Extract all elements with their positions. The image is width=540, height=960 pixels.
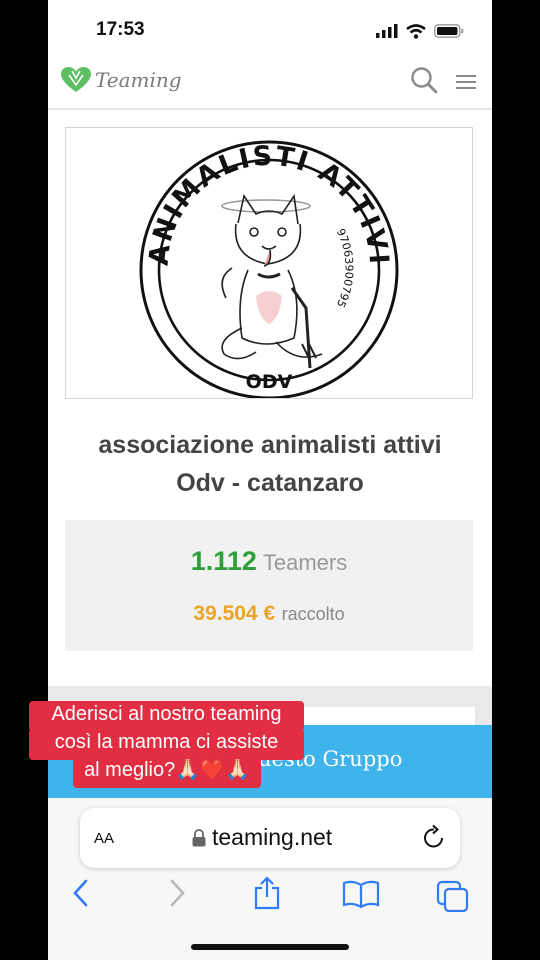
teaming-logo[interactable]: Teaming [60, 66, 182, 94]
url-text: teaming.net [212, 824, 333, 850]
heart-logo-icon [61, 67, 91, 92]
status-bar: 17:53 [48, 0, 492, 60]
bookmarks-icon [342, 880, 380, 909]
site-header: Teaming [48, 60, 492, 110]
status-time: 17:53 [96, 19, 145, 40]
teamers-label: Teamers [262, 550, 348, 575]
stats-box: 1.112 Teamers 39.504 € raccolto [65, 520, 473, 651]
home-indicator [191, 944, 349, 950]
reload-icon [424, 824, 443, 848]
wifi-icon [406, 23, 426, 39]
group-title-line2: Odv - catanzaro [176, 469, 364, 497]
url-display[interactable]: teaming.net [192, 824, 332, 851]
lock-icon [192, 828, 206, 846]
logo-bottom-text: ODV [246, 371, 293, 393]
forward-icon [170, 879, 185, 907]
teamers-count: 1.112 [190, 546, 257, 576]
status-icons [376, 21, 464, 41]
card-edge [288, 707, 475, 727]
address-bar[interactable]: AA teaming.net [80, 808, 460, 868]
phone-screen: 17:53 Teaming ANIMALISTI ATTIVI 97063900… [48, 0, 492, 960]
share-button[interactable] [252, 876, 282, 915]
signal-icon [376, 24, 398, 38]
logo-text: Teaming [95, 68, 182, 92]
tabs-icon [436, 880, 469, 913]
search-icon [411, 67, 438, 94]
battery-icon [434, 24, 464, 38]
menu-button[interactable] [456, 74, 476, 95]
reader-settings-button[interactable]: AA [94, 827, 114, 849]
group-title: associazione animalisti attivi Odv - cat… [68, 426, 472, 502]
tabs-button[interactable] [436, 880, 470, 917]
raised-row: 39.504 € raccolto [65, 602, 473, 626]
group-logo-image: ANIMALISTI ATTIVI 97063900795 ODV [65, 127, 473, 400]
bookmarks-button[interactable] [342, 880, 380, 913]
group-title-line1: associazione animalisti attivi [98, 431, 442, 459]
browser-toolbar: AA teaming.net [48, 798, 492, 960]
reload-button[interactable] [422, 824, 446, 855]
back-icon [73, 879, 88, 907]
group-logo-seal: ANIMALISTI ATTIVI 97063900795 ODV [139, 140, 399, 400]
raised-amount: 39.504 € [193, 602, 276, 625]
caption-line-1: Aderisci al nostro teaming [29, 701, 304, 732]
raised-label: raccolto [281, 604, 345, 624]
search-button[interactable] [410, 66, 438, 99]
caption-line-3: al meglio?🙏🏻❤️🙏🏻 [73, 757, 261, 788]
caption-line-2: così la mamma ci assiste [29, 729, 304, 760]
back-button[interactable] [70, 878, 92, 913]
teamers-row: 1.112 Teamers [65, 546, 473, 577]
forward-button[interactable] [166, 878, 188, 913]
share-icon [254, 876, 280, 910]
menu-icon [456, 75, 476, 89]
